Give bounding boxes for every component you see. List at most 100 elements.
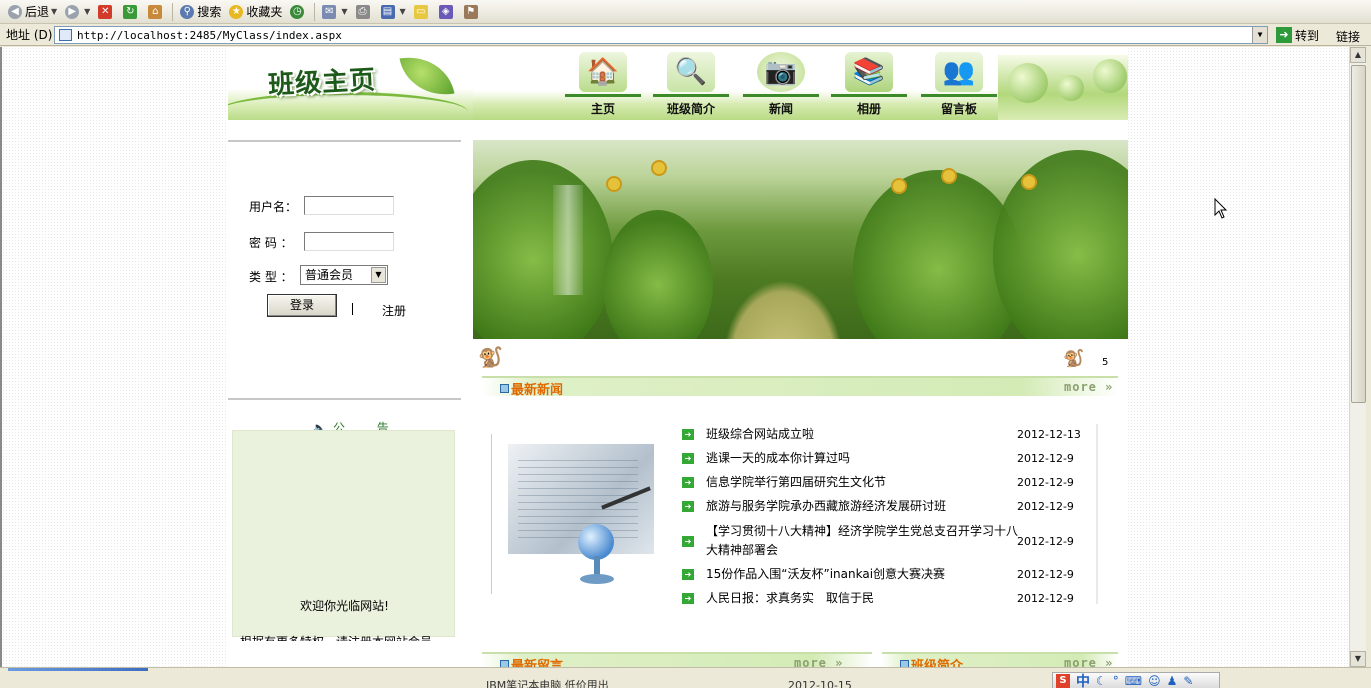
news-item[interactable]: ➔ 旅游与服务学院承办西藏旅游经济发展研讨班 2012-12-9 [682, 497, 1102, 516]
nav-item-home[interactable]: 🏠 主页 [563, 50, 643, 120]
news-item[interactable]: ➔ 人民日报：求真务实 取信于民 2012-12-9 [682, 589, 1102, 608]
edit-icon: ▤ [380, 4, 395, 19]
page-icon [59, 29, 72, 41]
section-marker-icon [900, 660, 909, 667]
scroll-down-icon[interactable]: ▼ [1350, 651, 1366, 667]
messenger-icon: ◈ [438, 4, 453, 19]
nav-underline [743, 94, 819, 97]
notice-scroll-text: 根据有更多特权，请注册本网站会员。 [240, 635, 450, 641]
address-label: 地址 (D) [6, 28, 53, 42]
mail-dropdown-icon[interactable]: ▼ [341, 7, 347, 16]
keyboard-icon[interactable]: ⌨ [1125, 674, 1142, 688]
mail-button[interactable]: ✉ ▼ [318, 2, 351, 22]
edit-dropdown-icon[interactable]: ▼ [400, 7, 406, 16]
research-button[interactable]: ⚑ [460, 2, 485, 22]
monkey-icon: 🐒 [478, 345, 503, 369]
news-item-title[interactable]: 信息学院举行第四届研究生文化节 [706, 473, 1018, 492]
edit-button[interactable]: ▤ ▼ [377, 2, 410, 22]
news-more-link[interactable]: more » [1064, 380, 1113, 394]
go-button[interactable]: ➜ 转到 [1276, 26, 1319, 44]
sunflower [653, 162, 665, 174]
punctuation-icon[interactable]: ° [1113, 674, 1119, 688]
messenger-button[interactable]: ◈ [435, 2, 460, 22]
messages-more-link[interactable]: more » [794, 656, 843, 667]
nav-item-guestbook[interactable]: 👥 留言板 [919, 50, 999, 120]
news-item-title[interactable]: 逃课一天的成本你计算过吗 [706, 449, 1018, 468]
address-url: http://localhost:2485/MyClass/index.aspx [77, 28, 342, 42]
site-logo[interactable]: 班级主页 [228, 50, 473, 120]
back-label: 后退 [25, 5, 50, 19]
go-label: 转到 [1295, 28, 1320, 43]
address-input[interactable]: http://localhost:2485/MyClass/index.aspx… [54, 26, 1268, 44]
print-button[interactable]: ⎙ [352, 2, 377, 22]
favorites-label: 收藏夹 [246, 5, 283, 19]
sogou-icon[interactable]: S [1056, 673, 1070, 688]
nav-item-album[interactable]: 📚 相册 [829, 50, 909, 120]
news-item-date: 2012-12-9 [1017, 476, 1074, 489]
home-icon: ⌂ [148, 4, 163, 19]
news-item-date: 2012-12-9 [1017, 568, 1074, 581]
news-item[interactable]: ➔ 班级综合网站成立啦 2012-12-13 [682, 425, 1102, 444]
ime-toolbar[interactable]: S 中 ☾ ° ⌨ ☺ ♟ ✎ [1052, 672, 1220, 688]
news-item[interactable]: ➔ 信息学院举行第四届研究生文化节 2012-12-9 [682, 473, 1102, 492]
news-item[interactable]: ➔ 【学习贯彻十八大精神】经济学院学生党总支召开学习十八大精神部署会 2012-… [682, 522, 1102, 560]
intro-more-link[interactable]: more » [1064, 656, 1113, 667]
moon-icon[interactable]: ☾ [1096, 674, 1107, 688]
login-button[interactable]: 登录 [267, 294, 337, 317]
back-button[interactable]: ◀ 后退 ▼ [4, 2, 61, 22]
user-icon[interactable]: ☺ [1148, 674, 1161, 688]
history-icon: ◷ [290, 4, 305, 19]
login-panel: 用户名： 密 码 ： 类 型 ： 普通会员 ▼ 登录 注册 [228, 142, 461, 397]
search-button[interactable]: ⚲ 搜索 [176, 2, 225, 22]
username-input[interactable] [304, 196, 394, 215]
news-item[interactable]: ➔ 15份作品入围“沃友杯”inankai创意大赛决赛 2012-12-9 [682, 565, 1102, 584]
section-marker-icon [500, 384, 509, 393]
news-item[interactable]: ➔ 逃课一天的成本你计算过吗 2012-12-9 [682, 449, 1102, 468]
news-list-panel: ➔ 班级综合网站成立啦 2012-12-13 ➔ 逃课一天的成本你计算过吗 20… [482, 412, 1122, 632]
favorites-button[interactable]: ★ 收藏夹 [225, 2, 286, 22]
news-item-date: 2012-12-9 [1017, 452, 1074, 465]
research-icon: ⚑ [463, 4, 478, 19]
nav-underline [921, 94, 997, 97]
chevron-down-icon: ▼ [371, 267, 386, 283]
sunflower [893, 180, 905, 192]
news-item-title[interactable]: 班级综合网站成立啦 [706, 425, 1018, 444]
refresh-button[interactable]: ↻ [119, 2, 144, 22]
logo-title: 班级主页 [267, 65, 377, 101]
home-button[interactable]: ⌂ [144, 2, 169, 22]
password-input[interactable] [304, 232, 394, 251]
mouse-cursor-icon [1214, 198, 1228, 219]
arrow-right-icon: ➔ [682, 429, 694, 440]
news-item-title[interactable]: 人民日报：求真务实 取信于民 [706, 589, 1018, 608]
member-type-select[interactable]: 普通会员 ▼ [300, 265, 388, 285]
section-marker-icon [500, 660, 509, 667]
forward-button[interactable]: ▶ ▼ [61, 2, 94, 22]
vertical-scrollbar[interactable]: ▲ ▼ [1349, 47, 1366, 667]
nav-item-news[interactable]: 📷 新闻 [741, 50, 821, 120]
link-separator [352, 303, 353, 315]
forward-dropdown-icon[interactable]: ▼ [84, 7, 90, 16]
scroll-thumb[interactable] [1351, 65, 1366, 403]
news-item-title[interactable]: 旅游与服务学院承办西藏旅游经济发展研讨班 [706, 497, 1018, 516]
intro-section-header: 班级简介 more » [882, 652, 1118, 667]
sunflower [1023, 176, 1035, 188]
skin-icon[interactable]: ♟ [1167, 674, 1178, 688]
register-link[interactable]: 注册 [382, 302, 406, 319]
ime-mode[interactable]: 中 [1076, 671, 1090, 688]
back-dropdown-icon[interactable]: ▼ [51, 7, 57, 16]
stop-button[interactable]: ✕ [94, 2, 119, 22]
news-item-title[interactable]: 【学习贯彻十八大精神】经济学院学生党总支召开学习十八大精神部署会 [706, 522, 1018, 560]
discuss-button[interactable]: ▭ [410, 2, 435, 22]
address-dropdown-icon[interactable]: ▼ [1252, 27, 1267, 43]
print-icon: ⎙ [355, 4, 370, 19]
search-icon: ⚲ [180, 4, 195, 19]
nav-item-class-intro[interactable]: 🔍 班级简介 [651, 50, 731, 120]
wrench-icon[interactable]: ✎ [1183, 674, 1193, 688]
links-button[interactable]: 链接 [1336, 28, 1360, 45]
history-button[interactable]: ◷ [286, 2, 311, 22]
search-label: 搜索 [197, 5, 222, 19]
address-bar: 地址 (D) http://localhost:2485/MyClass/ind… [0, 24, 1371, 46]
nav-underline [831, 94, 907, 97]
news-item-title[interactable]: 15份作品入围“沃友杯”inankai创意大赛决赛 [706, 565, 1018, 584]
scroll-up-icon[interactable]: ▲ [1350, 47, 1366, 63]
